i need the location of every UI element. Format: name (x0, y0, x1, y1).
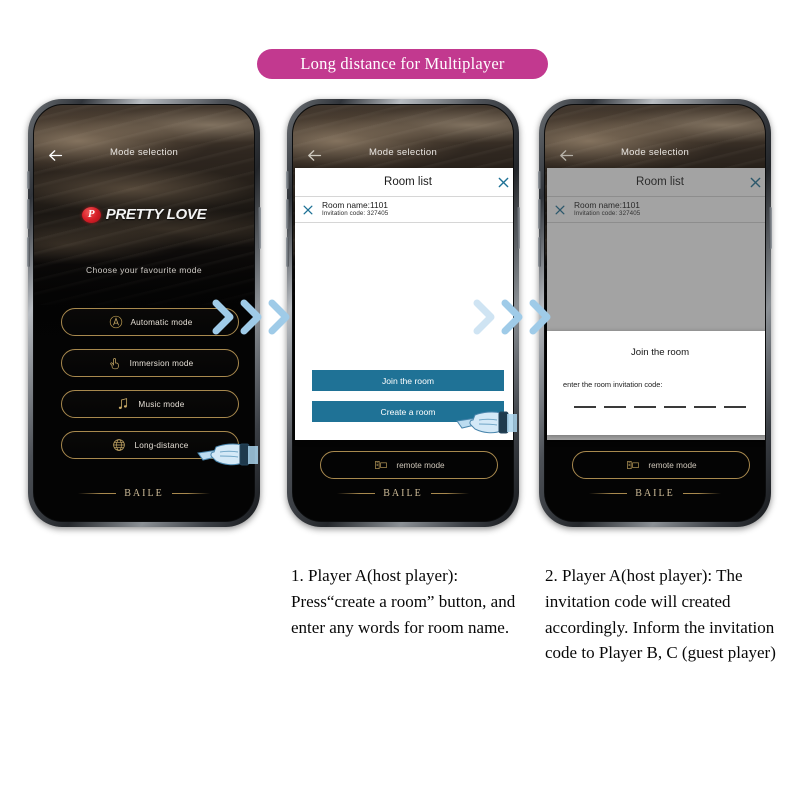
footer-brand: BAILE (34, 488, 254, 499)
room-list-dialog: Room list Room name:1101 Invitation code… (295, 168, 513, 440)
phone-volume-up-button (27, 199, 30, 229)
room-info: Room name:1101 Invitation code: 327405 (574, 200, 641, 217)
dialog-header: Room list (295, 168, 513, 197)
caption-step-2: 2. Player A(host player): The invitation… (545, 566, 776, 663)
music-note-icon (119, 398, 128, 409)
navbar-title: Mode selection (368, 147, 438, 158)
code-slot[interactable] (694, 406, 716, 408)
footer-rule-left (337, 493, 376, 494)
join-the-room-button[interactable]: Join the room (312, 370, 504, 391)
room-list-item[interactable]: Room name:1101 Invitation code: 327405 (547, 197, 765, 223)
mode-label: Immersion mode (129, 358, 194, 368)
phone-power-button (517, 207, 520, 249)
mode-button-remote[interactable]: remote mode (320, 451, 498, 479)
join-room-overlay: Join the room enter the room invitation … (547, 331, 765, 435)
app-navbar: Mode selection (34, 145, 254, 171)
phone-volume-up-button (538, 199, 541, 229)
footer-rule-right (682, 493, 721, 494)
room-info: Room name:1101 Invitation code: 327405 (322, 200, 389, 217)
mode-button-automatic[interactable]: Automatic mode (61, 308, 239, 336)
phone-volume-up-button (286, 199, 289, 229)
code-slot[interactable] (724, 406, 746, 408)
code-slot[interactable] (634, 406, 656, 408)
mode-label: remote mode (648, 460, 697, 470)
mode-button-list: Automatic mode Immersion mode Music mode (61, 308, 239, 472)
invitation-code-input[interactable] (547, 406, 765, 408)
mode-button-remote[interactable]: remote mode (572, 451, 750, 479)
close-x-icon[interactable] (749, 176, 762, 189)
footer-rule-right (430, 493, 469, 494)
dialog-header: Room list (547, 168, 765, 197)
room-list-item[interactable]: Room name:1101 Invitation code: 327405 (295, 197, 513, 223)
mode-button-long-distance[interactable]: Long-distance (61, 431, 239, 459)
footer-brand-text: BAILE (383, 488, 423, 499)
code-slot[interactable] (574, 406, 596, 408)
phone-screen-2: Mode selection remote mode BAILE Room li… (292, 104, 514, 522)
phone-mockup-3: Mode selection remote mode BAILE Room li… (538, 99, 772, 527)
invitation-code-label: enter the room invitation code: (563, 380, 663, 389)
phone-power-button (258, 207, 261, 249)
footer-brand: BAILE (545, 488, 765, 499)
remote-device-icon (375, 461, 388, 469)
create-a-room-button[interactable]: Create a room (312, 401, 504, 422)
navbar-title: Mode selection (620, 147, 690, 158)
choose-mode-label: Choose your favourite mode (86, 265, 202, 275)
phone-mockup-1: Mode selection P PRETTY LOVE Choose your… (27, 99, 261, 527)
brand-mark-letter: P (87, 208, 95, 220)
code-slot[interactable] (604, 406, 626, 408)
phone-mockup-2: Mode selection remote mode BAILE Room li… (286, 99, 520, 527)
app-screen-room-list: Mode selection remote mode BAILE Room li… (293, 105, 513, 521)
dialog-title: Room list (384, 176, 432, 188)
footer-brand-text: BAILE (124, 488, 164, 499)
brand-logo: P PRETTY LOVE (34, 206, 254, 223)
footer-rule-left (589, 493, 628, 494)
brand-logo-mark-icon: P (81, 206, 101, 223)
footer-rule-right (171, 493, 210, 494)
code-slot[interactable] (664, 406, 686, 408)
caption-step-1: 1. Player A(host player): Press“create a… (291, 566, 516, 637)
phone-screen-1: Mode selection P PRETTY LOVE Choose your… (33, 104, 255, 522)
dialog-actions: Join the room Create a room (295, 360, 513, 440)
close-x-icon[interactable] (554, 204, 566, 216)
phone-volume-down-button (538, 237, 541, 267)
app-screen-mode-selection: Mode selection P PRETTY LOVE Choose your… (34, 105, 254, 521)
remote-device-icon (627, 461, 640, 469)
room-invitation-code: Invitation code: 327405 (574, 209, 641, 217)
mode-label: Music mode (138, 399, 185, 409)
navbar-title: Mode selection (109, 147, 179, 158)
footer-brand: BAILE (293, 488, 513, 499)
close-x-icon[interactable] (497, 176, 510, 189)
close-x-icon[interactable] (302, 204, 314, 216)
hand-touch-icon (109, 358, 119, 370)
phone-volume-down-button (286, 237, 289, 267)
phone-power-button (769, 207, 772, 249)
dialog-title: Room list (636, 176, 684, 188)
page-title-banner: Long distance for Multiplayer (257, 49, 548, 79)
app-screen-join-room: Mode selection remote mode BAILE Room li… (545, 105, 765, 521)
page-title: Long distance for Multiplayer (300, 54, 505, 73)
room-list-body (295, 223, 513, 360)
join-room-title: Join the room (630, 347, 690, 358)
mode-button-music[interactable]: Music mode (61, 390, 239, 418)
phone-volume-down-button (27, 237, 30, 267)
footer-brand-text: BAILE (635, 488, 675, 499)
mode-button-immersion[interactable]: Immersion mode (61, 349, 239, 377)
automatic-mode-icon (109, 315, 122, 329)
brand-name: PRETTY LOVE (105, 206, 207, 223)
room-invitation-code: Invitation code: 327405 (322, 209, 389, 217)
phone-side-button (286, 171, 289, 189)
footer-rule-left (78, 493, 117, 494)
phone-side-button (27, 171, 30, 189)
globe-icon (113, 439, 126, 451)
phone-screen-3: Mode selection remote mode BAILE Room li… (544, 104, 766, 522)
mode-label: remote mode (396, 460, 445, 470)
mode-label: Automatic mode (130, 317, 193, 327)
mode-label: Long-distance (134, 440, 189, 450)
phone-side-button (538, 171, 541, 189)
